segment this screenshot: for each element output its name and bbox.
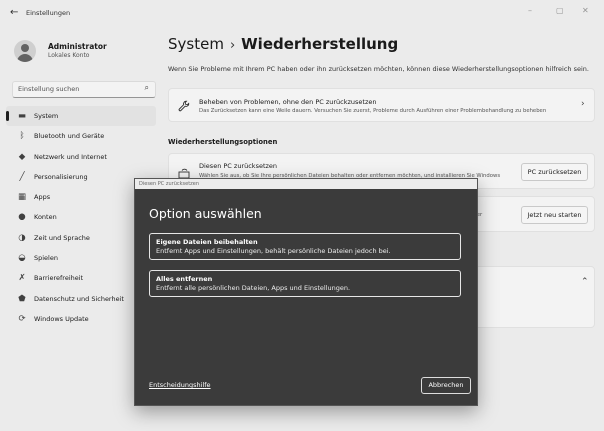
decision-help-link[interactable]: Entscheidungshilfe (149, 381, 211, 389)
option-title: Eigene Dateien beibehalten (156, 238, 258, 246)
keep-files-option[interactable]: Eigene Dateien beibehalten Entfernt Apps… (149, 233, 461, 260)
option-title: Alles entfernen (156, 275, 213, 283)
remove-everything-option[interactable]: Alles entfernen Entfernt alle persönlich… (149, 270, 461, 297)
cancel-button[interactable]: Abbrechen (421, 377, 471, 394)
option-desc: Entfernt alle persönlichen Dateien, Apps… (156, 284, 351, 292)
option-desc: Entfernt Apps und Einstellungen, behält … (156, 247, 391, 255)
reset-dialog: Diesen PC zurücksetzen Option auswählen … (134, 178, 478, 406)
dialog-title-bar: Diesen PC zurücksetzen (135, 179, 477, 189)
dialog-heading: Option auswählen (149, 206, 262, 221)
